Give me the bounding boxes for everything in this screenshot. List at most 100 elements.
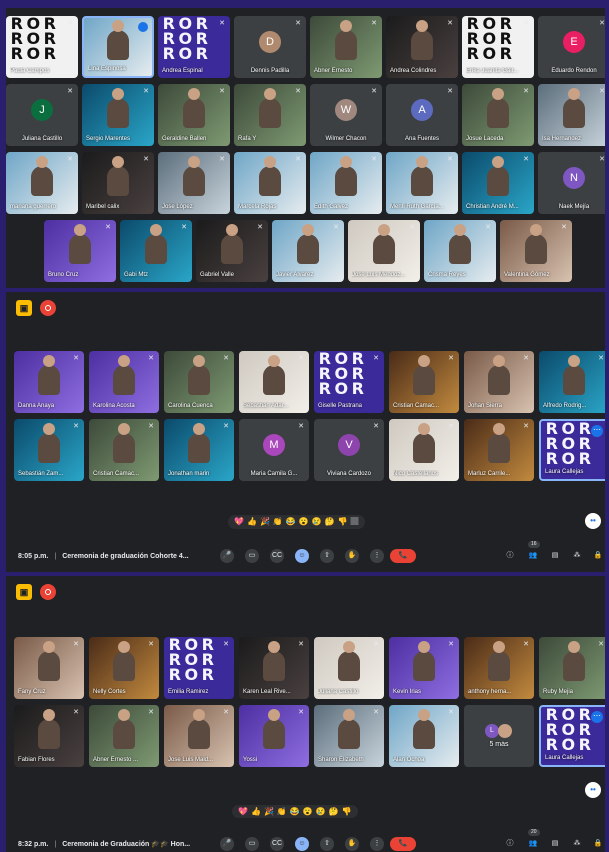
- raise-hand-button[interactable]: ✋: [345, 837, 359, 851]
- participant-tile[interactable]: ✕ Abner Ernesto: [310, 16, 382, 78]
- participant-tile[interactable]: ✕ Fabian Flores: [14, 705, 84, 767]
- chat-button[interactable]: ▤: [548, 837, 562, 851]
- participant-tile[interactable]: ✕ Alan Ochoa: [389, 705, 459, 767]
- participant-tile[interactable]: ✕ Crisma Reyes: [424, 220, 496, 282]
- participant-tile[interactable]: Lina Espinosa: [82, 16, 154, 78]
- participant-tile[interactable]: ✕ anthony herna...: [464, 637, 534, 699]
- reaction-emoji[interactable]: 👍: [247, 517, 257, 527]
- participant-tile[interactable]: M ✕ Maria Camila G...: [239, 419, 309, 481]
- mic-button[interactable]: 🎤: [220, 549, 234, 563]
- participant-tile[interactable]: R O R R O R R O R ✕ Erika Juanita Gait...: [462, 16, 534, 78]
- participant-tile[interactable]: ✕ Geraldine Ballen: [158, 84, 230, 146]
- participant-tile[interactable]: ✕ Fany Cruz: [14, 637, 84, 699]
- reaction-emoji[interactable]: 😮: [303, 807, 313, 816]
- chat-fab-icon[interactable]: ••: [585, 513, 601, 529]
- info-button[interactable]: ⓘ: [503, 549, 517, 563]
- participant-tile[interactable]: ✕ Juliana Castillo: [314, 637, 384, 699]
- participant-tile[interactable]: ✕ Menfi Ruth García...: [386, 152, 458, 214]
- participant-tile[interactable]: ✕ Abner Ernesto ...: [89, 705, 159, 767]
- presenting-icon[interactable]: ▣: [16, 584, 32, 600]
- activities-button[interactable]: ⁂: [570, 837, 584, 851]
- participant-tile[interactable]: ✕ Christian André M...: [462, 152, 534, 214]
- reaction-emoji[interactable]: 😂: [286, 517, 296, 527]
- participant-tile[interactable]: ✕ Javier Alvarez: [272, 220, 344, 282]
- recording-icon[interactable]: [40, 584, 56, 600]
- participant-tile[interactable]: ✕ Kevin Irias: [389, 637, 459, 699]
- more-options-button[interactable]: ⋮: [370, 837, 384, 851]
- participant-tile[interactable]: ✕ Valentina Gómez: [500, 220, 572, 282]
- mic-button[interactable]: 🎤: [220, 837, 234, 851]
- chat-button[interactable]: ▤: [548, 549, 562, 563]
- participant-tile[interactable]: R O R R O R R O R ✕ Paula Campos: [6, 16, 78, 78]
- participant-tile[interactable]: R O R R O R R O R ⋯ Laura Callejas: [539, 705, 605, 767]
- participant-tile[interactable]: ✕ Marluz Carrile...: [464, 419, 534, 481]
- participant-tile[interactable]: R O R R O R R O R ⋯ Laura Callejas: [539, 419, 605, 481]
- present-button[interactable]: ⇧: [320, 549, 334, 563]
- participant-tile[interactable]: ✕ Jose Luis Mendoz...: [348, 220, 420, 282]
- camera-button[interactable]: ▭: [245, 837, 259, 851]
- participant-tile[interactable]: ✕ Karolina Acosta: [89, 351, 159, 413]
- reaction-emoji[interactable]: 👏: [273, 517, 283, 527]
- reaction-emoji[interactable]: 🤔: [325, 517, 335, 527]
- participant-tile[interactable]: ✕ Karen Leal Rive...: [239, 637, 309, 699]
- participant-tile[interactable]: ✕ Danna Anaya: [14, 351, 84, 413]
- participant-tile[interactable]: ✕ Ruby Mejia: [539, 637, 605, 699]
- reaction-emoji[interactable]: 🎉: [264, 807, 274, 816]
- participant-tile[interactable]: ✕ Sebastián Adar...: [239, 351, 309, 413]
- end-call-button[interactable]: 📞: [390, 837, 416, 851]
- more-options-icon[interactable]: ⋯: [591, 425, 603, 437]
- reaction-emoji[interactable]: 😮: [299, 517, 309, 527]
- people-button[interactable]: 👥: [526, 837, 540, 851]
- participant-tile[interactable]: R O R R O R R O R ✕ Emilia Ramirez: [164, 637, 234, 699]
- host-controls-button[interactable]: 🔒: [591, 837, 605, 851]
- people-button[interactable]: 👥: [526, 549, 540, 563]
- participant-tile[interactable]: ✕ Gabriel Valle: [196, 220, 268, 282]
- reaction-emoji[interactable]: 😢: [312, 517, 322, 527]
- participant-tile[interactable]: E ✕ Eduardo Rendon: [538, 16, 605, 78]
- participant-tile[interactable]: ✕ Cristian Camac...: [389, 351, 459, 413]
- participant-tile[interactable]: ✕ Yossi: [239, 705, 309, 767]
- participant-tile[interactable]: ✕ Josue Laceda: [462, 84, 534, 146]
- reaction-emoji[interactable]: 👏: [277, 807, 287, 816]
- participant-tile[interactable]: L 5 más: [464, 705, 534, 767]
- participant-tile[interactable]: V ✕ Viviana Cardozo: [314, 419, 384, 481]
- reaction-emoji[interactable]: 👎: [338, 517, 348, 527]
- reaction-emoji[interactable]: 😢: [316, 807, 326, 816]
- participant-tile[interactable]: R O R R O R R O R ✕ Giselle Pastrana: [314, 351, 384, 413]
- participant-tile[interactable]: ✕ Edith Galvez: [310, 152, 382, 214]
- participant-tile[interactable]: D ✕ Dennis Padilla: [234, 16, 306, 78]
- reaction-emoji[interactable]: 👍: [251, 807, 261, 816]
- reaction-emoji[interactable]: 💖: [238, 807, 248, 816]
- participant-tile[interactable]: ✕ Sebastián Zam...: [14, 419, 84, 481]
- more-options-icon[interactable]: ⋯: [591, 711, 603, 723]
- participant-tile[interactable]: ✕ Jose López: [158, 152, 230, 214]
- participant-tile[interactable]: ✕ Rafa Y: [234, 84, 306, 146]
- more-options-button[interactable]: ⋮: [370, 549, 384, 563]
- participant-tile[interactable]: ✕ Cristian Camac...: [89, 419, 159, 481]
- reaction-emoji[interactable]: 😂: [290, 807, 300, 816]
- activities-button[interactable]: ⁂: [570, 549, 584, 563]
- participant-tile[interactable]: ✕ mariana guerrero: [6, 152, 78, 214]
- participant-tile[interactable]: ✕ Andrea Colindres: [386, 16, 458, 78]
- participant-tile[interactable]: ✕ Johan Sierra: [464, 351, 534, 413]
- chat-fab-icon[interactable]: ••: [585, 782, 601, 798]
- camera-button[interactable]: ▭: [245, 549, 259, 563]
- reaction-emoji[interactable]: 🏽: [351, 517, 359, 527]
- participant-tile[interactable]: ✕ Maribel calix: [82, 152, 154, 214]
- participant-tile[interactable]: R O R R O R R O R ✕ Andrea Espinal: [158, 16, 230, 78]
- participant-tile[interactable]: ✕ Sergio Marentes: [82, 84, 154, 146]
- participant-tile[interactable]: W ✕ Wilmer Chacon: [310, 84, 382, 146]
- reaction-emoji[interactable]: 💖: [234, 517, 244, 527]
- captions-button[interactable]: CC: [270, 549, 284, 563]
- participant-tile[interactable]: ✕ Sharon Elizabeth: [314, 705, 384, 767]
- raise-hand-button[interactable]: ✋: [345, 549, 359, 563]
- participant-tile[interactable]: ✕ Jonathan marin: [164, 419, 234, 481]
- captions-button[interactable]: CC: [270, 837, 284, 851]
- participant-tile[interactable]: ✕ Marcela Rojas: [234, 152, 306, 214]
- participant-tile[interactable]: ✕ Isa Hernandez: [538, 84, 605, 146]
- participant-tile[interactable]: ✕ Alfredo Rodrig...: [539, 351, 605, 413]
- participant-tile[interactable]: ✕ Carolina Cuenca: [164, 351, 234, 413]
- emoji-button[interactable]: ☺: [295, 837, 309, 851]
- reaction-emoji[interactable]: 🎉: [260, 517, 270, 527]
- participant-tile[interactable]: N ✕ Naek Mejía: [538, 152, 605, 214]
